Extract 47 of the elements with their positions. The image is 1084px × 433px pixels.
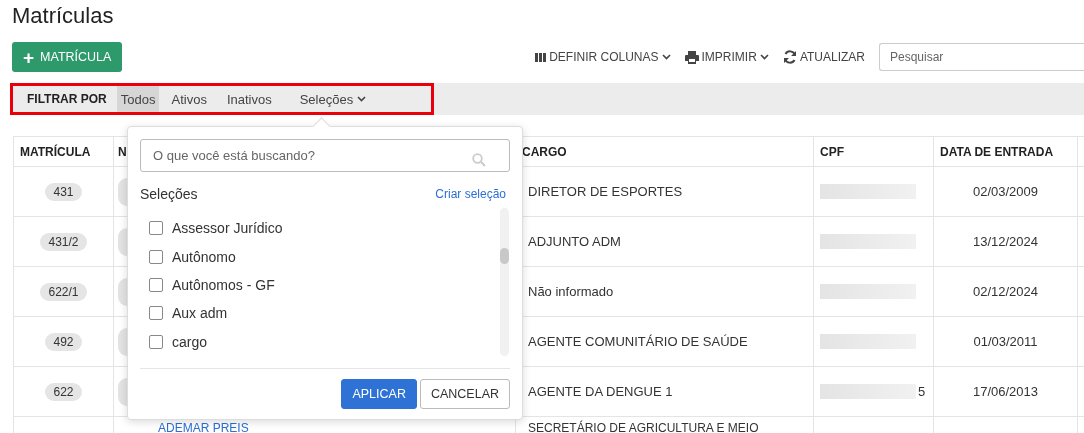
enrollment-number: 492 [45,332,82,351]
search-field[interactable]: Pesquisar [879,43,1084,71]
enrollment-number: 622/1 [40,282,87,301]
toolbar-button[interactable]: DEFINIR COLUNAS [535,50,671,64]
checkbox-label: cargo [172,333,208,350]
column-header: DATA DE ENTRADA [934,137,1078,167]
cancel-button[interactable]: CANCELAR [419,379,510,409]
scrollbar[interactable] [500,208,509,356]
column-header: CPF [814,137,934,167]
filter-tab[interactable]: Seleções [293,86,373,112]
enrollment-number: 431 [45,182,82,201]
toolbar-button[interactable]: ATUALIZAR [782,50,865,64]
checkbox[interactable] [149,334,163,349]
filter-tab[interactable]: Ativos [165,86,213,112]
refresh-icon [782,50,797,64]
new-enrollment-button[interactable]: + MATRÍCULA [12,42,123,72]
person-link[interactable]: ADEMAR PREIS [158,421,249,433]
table-cell: 13/12/2024 [972,234,1039,249]
checkbox[interactable] [149,278,163,292]
enrollment-number: 431/2 [40,232,87,251]
checkbox[interactable] [149,221,163,236]
filter-tab[interactable]: Inativos [220,86,278,112]
checkbox-label: Assessor Jurídico [172,220,283,237]
table-cell: 02/03/2009 [972,184,1039,199]
page-title: Matrículas [11,2,115,30]
search-icon [472,153,486,167]
apply-button[interactable]: APLICAR [341,379,417,409]
toolbar-button[interactable]: IMPRIMIR [684,50,769,64]
search-field[interactable]: O que você está buscando? [140,139,510,172]
enrollment-number: 622 [45,382,82,401]
table-cell: 01/03/2011 [973,334,1038,349]
checkbox-label: Aux adm [172,305,228,322]
table-cell: 02/12/2024 [972,284,1039,299]
printer-icon [684,50,699,64]
filter-label: FILTRAR POR [26,91,108,108]
checkbox-label: Autônomos - GF [172,277,275,293]
checkbox[interactable] [149,306,163,321]
table-cell: 17/06/2013 [972,384,1039,399]
section-heading: Seleções [140,186,198,202]
column-header: MATRÍCULA [14,137,114,167]
scrollbar-thumb[interactable] [500,248,509,264]
columns-icon [535,52,547,62]
filter-tab[interactable]: Todos [116,86,160,112]
create-selection-link[interactable]: Criar seleção [435,187,506,201]
checkbox-label: Autônomo [172,248,236,265]
checkbox[interactable] [149,249,163,264]
table-cell: 5 [918,384,926,399]
